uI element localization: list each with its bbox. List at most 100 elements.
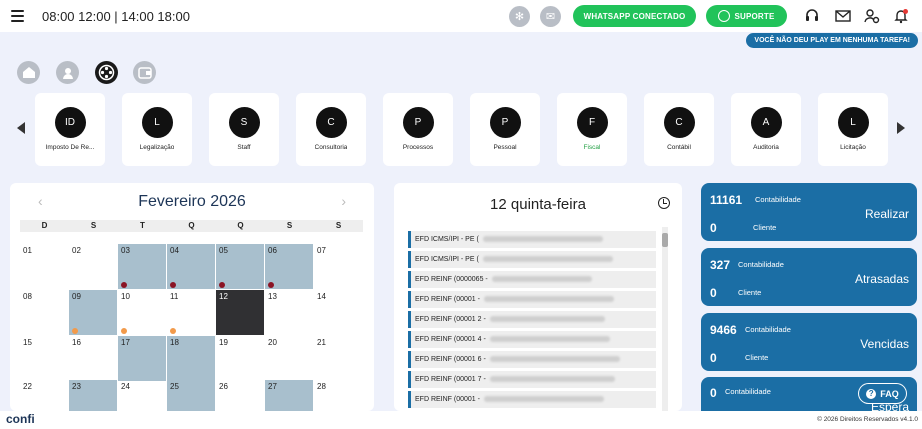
calendar-day[interactable]: 27 — [265, 380, 313, 411]
wallet-icon[interactable] — [133, 61, 156, 84]
calendar-day[interactable]: 19 — [216, 336, 264, 381]
stat-sublabel: Contabilidade — [745, 325, 791, 334]
stat-status: Vencidas — [860, 337, 909, 351]
faq-label: FAQ — [880, 388, 899, 399]
weekday-label: S — [90, 221, 97, 230]
no-play-notice[interactable]: VOCÊ NÃO DEU PLAY EM NENHUMA TAREFA! — [746, 33, 918, 48]
envelope-icon[interactable] — [834, 7, 852, 25]
department-card[interactable]: S Staff — [209, 93, 279, 166]
calendar-day[interactable]: 23 — [69, 380, 117, 411]
calendar-day[interactable]: 24 — [118, 380, 166, 411]
copyright: © 2026 Direitos Reservados v4.1.0 — [817, 416, 918, 423]
department-initial: P — [402, 107, 434, 138]
event-dot — [268, 282, 274, 288]
question-icon: ? — [866, 388, 877, 399]
department-initial: S — [228, 107, 260, 138]
stat-count: 0 — [710, 386, 717, 400]
task-label: EFD REINF (00001 - — [415, 296, 480, 303]
calendar-day[interactable]: 25 — [167, 380, 215, 411]
calendar-day-today[interactable]: 12 — [216, 290, 264, 335]
user-settings-icon[interactable] — [863, 7, 881, 25]
calendar-day[interactable]: 16 — [69, 336, 117, 381]
task-item[interactable]: EFD REINF (00001 2 - — [408, 311, 656, 328]
calendar-day[interactable]: 18 — [167, 336, 215, 381]
department-label: Processos — [402, 144, 434, 151]
mail-box-icon[interactable]: ✉ — [540, 6, 561, 27]
department-card[interactable]: ID Imposto De Re... — [35, 93, 105, 166]
department-card[interactable]: C Contábil — [644, 93, 714, 166]
task-item[interactable]: EFD REINF (00001 - — [408, 391, 656, 408]
event-dot — [72, 328, 78, 334]
department-initial: P — [489, 107, 521, 138]
department-card[interactable]: P Processos — [383, 93, 453, 166]
agenda-day-title: 12 quinta-feira — [490, 196, 586, 213]
department-initial: A — [750, 107, 782, 138]
event-dot — [121, 282, 127, 288]
footer: confi © 2026 Direitos Reservados v4.1.0 — [0, 411, 922, 429]
event-dot — [170, 282, 176, 288]
task-item[interactable]: EFD REINF (00001 4 - — [408, 331, 656, 348]
calendar-day[interactable]: 28 — [314, 380, 362, 411]
spinner-icon[interactable]: ✻ — [509, 6, 530, 27]
whatsapp-connected-button[interactable]: WHATSAPP CONECTADO — [573, 5, 696, 27]
stat-client-label: Cliente — [745, 353, 769, 362]
calendar-day[interactable]: 02 — [69, 244, 117, 289]
calendar-day[interactable]: 17 — [118, 336, 166, 381]
task-item[interactable]: EFD REINF (00001 6 - — [408, 351, 656, 368]
film-reel-icon[interactable] — [95, 61, 118, 84]
calendar-day[interactable]: 08 — [20, 290, 68, 335]
stat-client-count: 0 — [710, 221, 717, 235]
calendar-day[interactable]: 01 — [20, 244, 68, 289]
task-item[interactable]: EFD REINF (0000065 - — [408, 271, 656, 288]
department-card[interactable]: L Legalização — [122, 93, 192, 166]
task-item[interactable]: EFD REINF (00001 - — [408, 291, 656, 308]
calendar-day[interactable]: 22 — [20, 380, 68, 411]
clock-icon[interactable] — [658, 197, 670, 209]
stat-sublabel: Contabilidade — [755, 195, 801, 204]
stat-card-realizar[interactable]: 11161 Contabilidade 0 Cliente Realizar — [701, 183, 917, 241]
stat-sublabel: Contabilidade — [725, 387, 771, 396]
calendar-day[interactable]: 20 — [265, 336, 313, 381]
calendar-title: Fevereiro 2026 — [138, 193, 246, 210]
department-label: Fiscal — [583, 144, 601, 151]
department-initial: L — [837, 107, 869, 138]
stat-card-atrasadas[interactable]: 327 Contabilidade 0 Cliente Atrasadas — [701, 248, 917, 306]
department-card-active[interactable]: F Fiscal — [557, 93, 627, 166]
scrollbar-thumb[interactable] — [662, 233, 668, 247]
calendar-day[interactable]: 07 — [314, 244, 362, 289]
cards-prev-arrow[interactable] — [17, 122, 25, 134]
task-item[interactable]: EFD ICMS/IPI - PE ( — [408, 251, 656, 268]
home-icon[interactable] — [17, 61, 40, 84]
task-label: EFD REINF (0000065 - — [415, 276, 488, 283]
department-label: Auditoria — [753, 144, 779, 151]
support-label: SUPORTE — [734, 11, 775, 21]
agenda-scrollbar[interactable] — [662, 227, 668, 411]
user-icon[interactable] — [56, 61, 79, 84]
calendar-day[interactable]: 15 — [20, 336, 68, 381]
headset-icon[interactable] — [803, 7, 821, 25]
calendar-day[interactable]: 14 — [314, 290, 362, 335]
cards-next-arrow[interactable] — [897, 122, 905, 134]
event-dot — [121, 328, 127, 334]
department-card[interactable]: L Licitação — [818, 93, 888, 166]
department-label: Contábil — [667, 144, 691, 151]
calendar-next-button[interactable]: › — [341, 193, 346, 209]
calendar-day[interactable]: 26 — [216, 380, 264, 411]
calendar-day[interactable]: 13 — [265, 290, 313, 335]
support-button[interactable]: SUPORTE — [706, 5, 787, 27]
department-card[interactable]: P Pessoal — [470, 93, 540, 166]
task-label: EFD REINF (00001 2 - — [415, 316, 486, 323]
faq-button[interactable]: ? FAQ — [859, 384, 906, 403]
stat-card-vencidas[interactable]: 9466 Contabilidade 0 Cliente Vencidas — [701, 313, 917, 371]
calendar-day[interactable]: 21 — [314, 336, 362, 381]
calendar-panel: ‹ Fevereiro 2026 › D S T Q Q S S 01 02 0… — [10, 183, 374, 411]
task-item[interactable]: EFD ICMS/IPI - PE ( — [408, 231, 656, 248]
department-card[interactable]: A Auditoria — [731, 93, 801, 166]
stat-status: Atrasadas — [854, 272, 909, 286]
department-card[interactable]: C Consultoria — [296, 93, 366, 166]
weekday-label: T — [140, 221, 145, 230]
bell-icon[interactable] — [892, 7, 910, 25]
task-item[interactable]: EFD REINF (00001 7 - — [408, 371, 656, 388]
work-hours: 08:00 12:00 | 14:00 18:00 — [42, 9, 190, 24]
menu-icon[interactable] — [11, 10, 24, 22]
